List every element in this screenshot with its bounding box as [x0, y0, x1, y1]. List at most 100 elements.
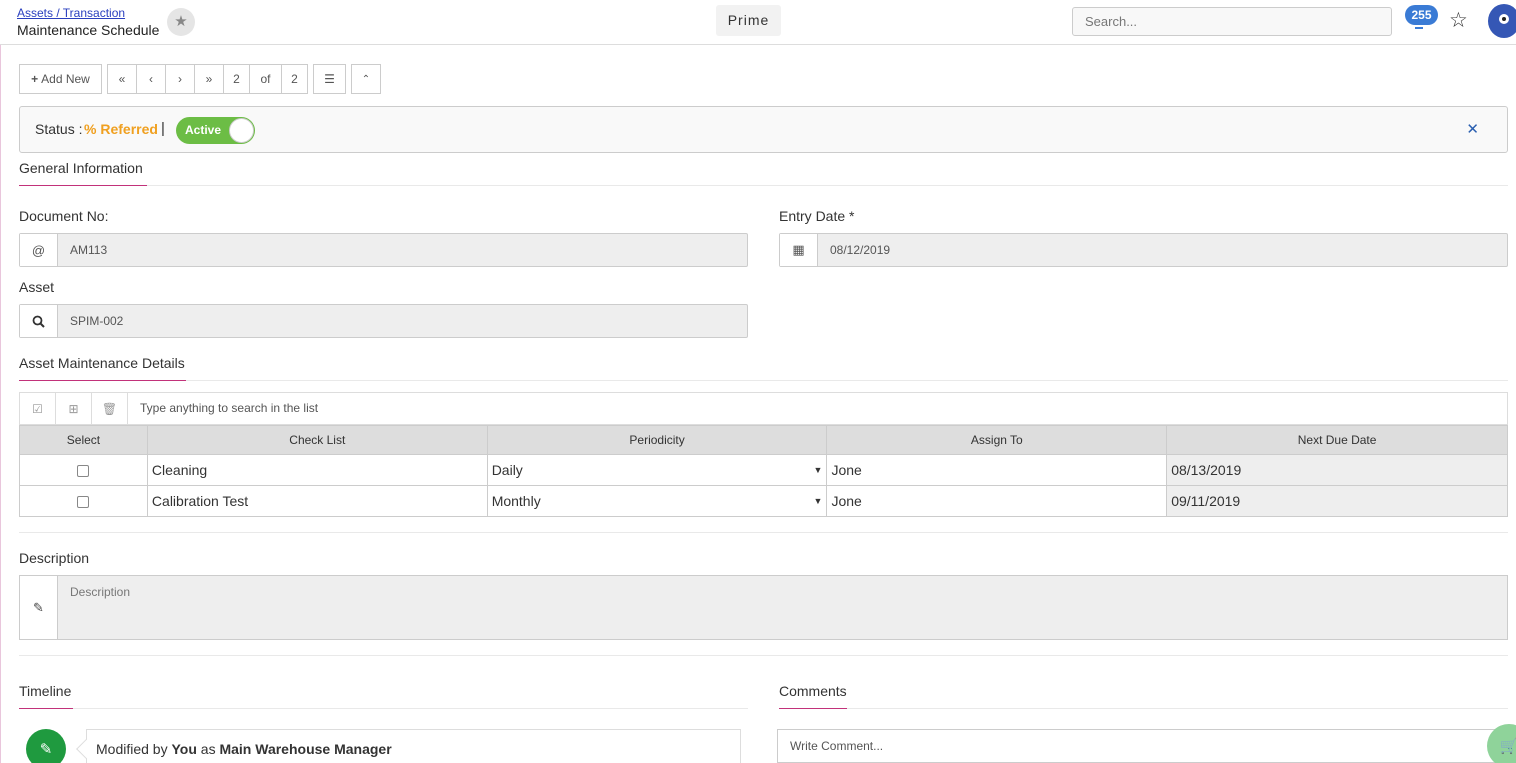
search-icon[interactable]: [20, 305, 58, 337]
notification-indicator: [1415, 27, 1423, 29]
brand-label[interactable]: Prime: [716, 5, 781, 36]
add-new-label: Add New: [41, 72, 90, 86]
previous-record-button[interactable]: ‹: [136, 64, 166, 94]
list-view-button[interactable]: ☰: [313, 64, 346, 94]
timeline-middle: as: [200, 741, 216, 757]
periodicity-value: Monthly: [491, 493, 541, 509]
section-underline: [19, 185, 147, 186]
comment-input[interactable]: [777, 729, 1508, 763]
maintenance-table: Select Check List Periodicity Assign To …: [19, 425, 1508, 517]
first-record-button[interactable]: «: [107, 64, 137, 94]
description-textarea[interactable]: [58, 576, 1507, 639]
chevron-right-icon: ›: [178, 72, 182, 86]
column-header[interactable]: Check List: [146, 425, 488, 455]
link-icon: %: [84, 121, 97, 137]
row-checkbox[interactable]: [77, 465, 90, 478]
next-record-button[interactable]: ›: [165, 64, 195, 94]
status-label: Status :: [35, 121, 83, 137]
section-divider: [19, 708, 748, 709]
last-record-button[interactable]: »: [194, 64, 224, 94]
global-search-input[interactable]: [1072, 7, 1392, 36]
description-label: Description: [19, 550, 90, 566]
document-no-label: Document No:: [19, 208, 109, 224]
timeline-entry: Modified by You as Main Warehouse Manage…: [76, 729, 741, 763]
section-divider: [19, 532, 1508, 533]
assign-to-cell[interactable]: Jone: [826, 485, 1168, 517]
periodicity-value: Daily: [491, 462, 523, 478]
section-underline: [779, 708, 847, 709]
general-info-heading[interactable]: General Information: [19, 160, 143, 176]
column-header[interactable]: Select: [19, 425, 148, 455]
grid-search-input[interactable]: [128, 393, 1507, 424]
status-bar: Status : % Referred | Active ✕: [19, 106, 1508, 153]
section-divider: [779, 708, 1508, 709]
entry-date-value: 08/12/2019: [830, 243, 891, 257]
trash-icon[interactable]: 🗑: [92, 393, 128, 424]
collapse-button[interactable]: ⌃: [351, 64, 381, 94]
asset-field[interactable]: SPIM-002: [19, 304, 748, 338]
select-all-checkbox-icon[interactable]: ☑: [20, 393, 56, 424]
next-due-cell: 08/13/2019: [1166, 454, 1508, 486]
asset-label: Asset: [19, 279, 55, 295]
entry-date-label: Entry Date *: [779, 208, 855, 224]
bookmark-star-icon[interactable]: ☆: [1449, 8, 1468, 33]
close-icon[interactable]: ✕: [1466, 120, 1479, 138]
timeline-text: Modified by You as Main Warehouse Manage…: [96, 741, 392, 757]
toggle-label: Active: [185, 123, 222, 137]
section-divider: [19, 380, 1508, 381]
section-underline: [19, 380, 186, 381]
breadcrumb[interactable]: Assets / Transaction: [17, 6, 125, 20]
toggle-knob: [229, 118, 254, 143]
comments-heading[interactable]: Comments: [779, 683, 847, 699]
add-new-button[interactable]: + Add New: [19, 64, 102, 94]
column-header[interactable]: Periodicity: [486, 425, 828, 455]
select-cell: [19, 454, 148, 486]
check-list-cell[interactable]: Cleaning: [146, 454, 488, 486]
details-heading[interactable]: Asset Maintenance Details: [19, 355, 185, 371]
table-row: Cleaning Daily ▼ Jone 08/13/2019: [19, 454, 1508, 486]
column-header[interactable]: Assign To: [826, 425, 1168, 455]
table-header-row: Select Check List Periodicity Assign To …: [19, 425, 1508, 455]
entry-date-field[interactable]: ▦ 08/12/2019: [779, 233, 1508, 267]
grid-toolbar: ☑ ⊞ 🗑: [19, 392, 1508, 425]
check-list-cell[interactable]: Calibration Test: [146, 485, 488, 517]
description-field: ✎: [19, 575, 1508, 640]
status-text: Referred: [100, 121, 158, 137]
calendar-icon[interactable]: ▦: [780, 234, 818, 266]
next-due-cell: 09/11/2019: [1166, 485, 1508, 517]
active-toggle[interactable]: Active: [176, 117, 255, 144]
table-row: Calibration Test Monthly ▼ Jone 09/11/201…: [19, 485, 1508, 517]
list-icon: ☰: [324, 72, 335, 86]
timeline-heading[interactable]: Timeline: [19, 683, 71, 699]
chevron-up-double-icon: ⌃: [361, 73, 371, 85]
row-checkbox[interactable]: [77, 496, 90, 509]
section-divider: [19, 655, 1508, 656]
add-row-icon[interactable]: ⊞: [56, 393, 92, 424]
timeline-role: Main Warehouse Manager: [219, 741, 392, 757]
status-value: % Referred: [84, 121, 158, 137]
chevron-left-icon: ‹: [149, 72, 153, 86]
periodicity-cell[interactable]: Monthly ▼: [486, 485, 828, 517]
caret-down-icon: ▼: [813, 496, 823, 506]
double-chevron-left-icon: «: [118, 72, 126, 86]
left-edge: [0, 0, 3, 763]
timeline-actor: You: [171, 741, 197, 757]
avatar[interactable]: [1488, 4, 1516, 38]
favorite-star-icon[interactable]: ★: [167, 8, 195, 36]
assign-to-cell[interactable]: Jone: [826, 454, 1168, 486]
plus-icon: +: [31, 72, 39, 86]
of-label: of: [249, 64, 282, 94]
asset-value: SPIM-002: [70, 314, 124, 328]
page-title: Maintenance Schedule: [17, 22, 160, 38]
section-underline: [19, 708, 73, 709]
column-header[interactable]: Next Due Date: [1166, 425, 1508, 455]
timeline-prefix: Modified by: [96, 741, 168, 757]
document-no-field[interactable]: @ AM113: [19, 233, 748, 267]
pencil-icon: ✎: [20, 576, 58, 639]
top-header: Assets / Transaction Maintenance Schedul…: [0, 0, 1516, 45]
timeline-arrow: [76, 739, 96, 759]
current-page-field[interactable]: 2: [223, 64, 250, 94]
periodicity-cell[interactable]: Daily ▼: [486, 454, 828, 486]
notification-badge[interactable]: 255: [1405, 5, 1438, 25]
document-no-value: AM113: [70, 243, 108, 257]
